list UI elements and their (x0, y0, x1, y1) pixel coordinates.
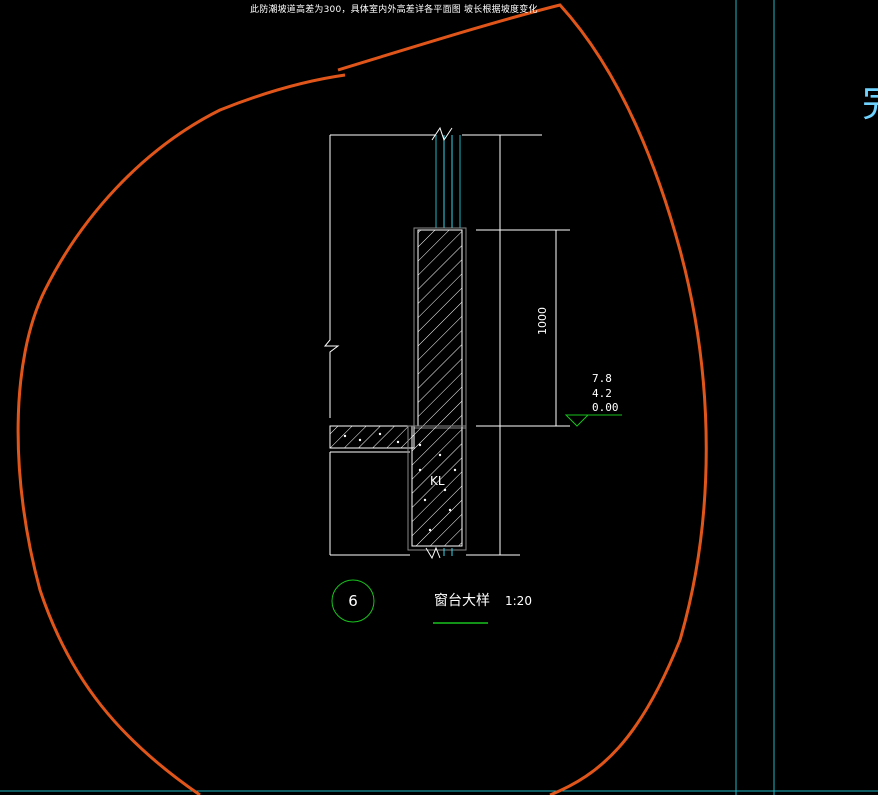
detail-title: 窗台大样 (434, 593, 490, 609)
sill-wall (417, 229, 463, 427)
edge-title-glyph: 完 (862, 72, 878, 127)
detail-number: 6 (348, 592, 358, 610)
elevation-label-2: 4.2 (592, 387, 612, 400)
floor-slab (329, 425, 415, 449)
general-note: 此防潮坡道高差为300，具体室内外高差详各平面图 坡长根据坡度变化 (250, 5, 538, 15)
elevation-triangle (564, 414, 590, 427)
elevation-label-3: 0.00 (592, 401, 619, 414)
cad-drawing-canvas (0, 0, 878, 795)
break-mark-top (431, 126, 453, 142)
break-line-left (323, 135, 340, 418)
dimension-text: 1000 (536, 307, 549, 335)
elevation-label-1: 7.8 (592, 372, 612, 385)
beam-label: KL (430, 474, 445, 488)
detail-scale: 1:20 (505, 594, 532, 608)
markup-cloud (16, 3, 708, 795)
